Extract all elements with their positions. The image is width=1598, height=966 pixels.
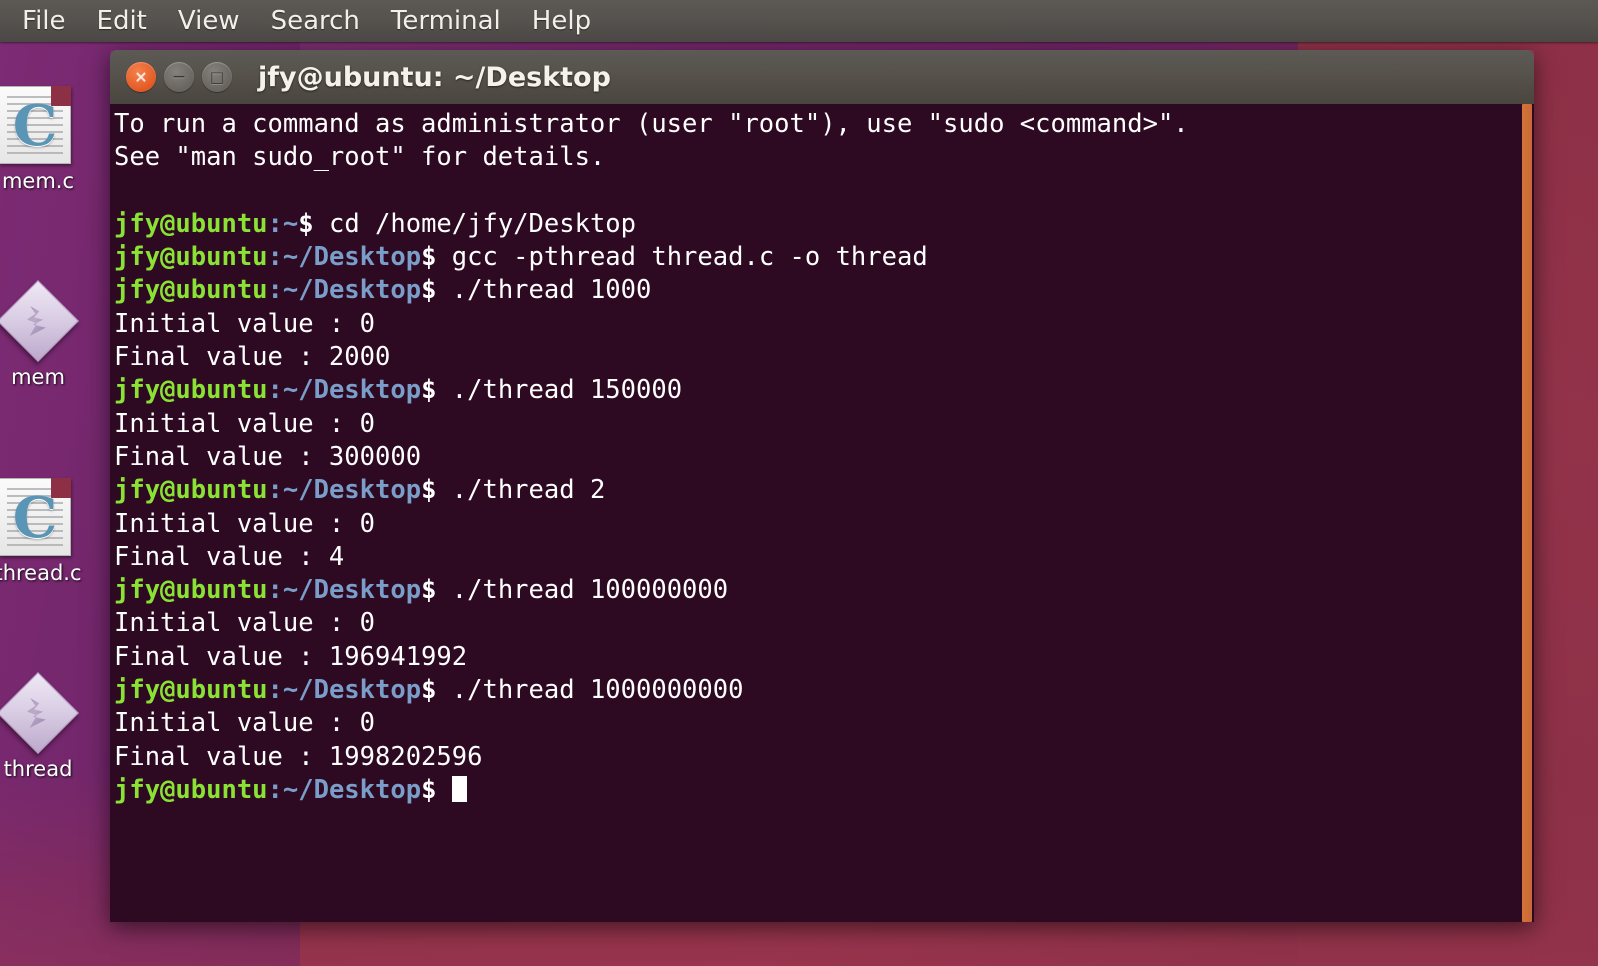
output-text: To run a command as administrator (user … <box>114 109 1189 139</box>
terminal-output-line: Initial value : 0 <box>114 508 1512 541</box>
prompt-symbol: $ <box>421 375 437 406</box>
prompt-command <box>436 775 451 805</box>
prompt-path: :~/Desktop <box>267 375 422 406</box>
output-text: Final value : 2000 <box>114 342 391 373</box>
terminal-prompt-line: jfy@ubuntu:~/Desktop$ ./thread 2 <box>114 474 1512 507</box>
prompt-command: ./thread 100000000 <box>436 575 729 606</box>
terminal-body[interactable]: To run a command as administrator (user … <box>110 104 1534 922</box>
maximize-button[interactable]: □ <box>202 62 232 92</box>
prompt-symbol: $ <box>421 275 437 306</box>
terminal-prompt-line: jfy@ubuntu:~/Desktop$ ./thread 100000000 <box>114 574 1512 607</box>
desktop-icon-mem[interactable]: mem <box>0 279 94 389</box>
desktop-icon-label: mem <box>11 365 65 389</box>
maximize-icon: □ <box>209 67 225 86</box>
desktop-icon-label: thread.c <box>0 561 82 585</box>
desktop-icon-thread[interactable]: thread <box>0 671 94 781</box>
terminal-output-line: See "man sudo_root" for details. <box>114 141 1512 174</box>
prompt-command: gcc -pthread thread.c -o thread <box>436 242 928 273</box>
terminal-prompt-line: jfy@ubuntu:~/Desktop$ ./thread 1000 <box>114 274 1512 307</box>
terminal-output-line: Initial value : 0 <box>114 408 1512 441</box>
terminal-prompt-line: jfy@ubuntu:~/Desktop$ ./thread 100000000… <box>114 674 1512 707</box>
c-file-icon: C <box>0 86 77 164</box>
terminal-window: × − □ jfy@ubuntu: ~/Desktop To run a com… <box>110 50 1534 922</box>
prompt-symbol: $ <box>298 208 314 239</box>
output-text: Initial value : 0 <box>114 708 375 739</box>
prompt-path: :~/Desktop <box>267 675 422 706</box>
output-text: Initial value : 0 <box>114 508 375 539</box>
prompt-path: :~ <box>267 208 299 239</box>
terminal-output-line: Final value : 4 <box>114 541 1512 574</box>
prompt-user: jfy@ubuntu <box>114 475 268 506</box>
prompt-user: jfy@ubuntu <box>114 208 268 239</box>
menu-search[interactable]: Search <box>271 8 360 34</box>
menu-edit[interactable]: Edit <box>97 8 147 34</box>
terminal-output-line: Initial value : 0 <box>114 308 1512 341</box>
terminal-output-line: Initial value : 0 <box>114 607 1512 640</box>
minimize-button[interactable]: − <box>164 62 194 92</box>
output-text: Final value : 4 <box>114 541 345 572</box>
prompt-path: :~/Desktop <box>267 475 422 506</box>
terminal-title-bar[interactable]: × − □ jfy@ubuntu: ~/Desktop <box>110 50 1534 104</box>
desktop-icon-label: thread <box>3 757 73 781</box>
prompt-command: ./thread 1000 <box>436 275 652 306</box>
desktop-icon-mem-c[interactable]: C mem.c <box>0 86 94 193</box>
prompt-symbol: $ <box>421 242 437 273</box>
c-file-icon: C <box>0 478 77 556</box>
output-text: Initial value : 0 <box>114 608 375 639</box>
output-text: Initial value : 0 <box>114 408 375 439</box>
terminal-output: To run a command as administrator (user … <box>114 108 1512 807</box>
prompt-symbol: $ <box>421 475 437 506</box>
terminal-scrollbar[interactable] <box>1520 104 1534 922</box>
prompt-user: jfy@ubuntu <box>114 275 268 306</box>
prompt-command: cd /home/jfy/Desktop <box>313 208 637 239</box>
close-button[interactable]: × <box>126 62 156 92</box>
close-icon: × <box>134 67 148 86</box>
prompt-symbol: $ <box>421 774 437 805</box>
menu-terminal[interactable]: Terminal <box>391 8 501 34</box>
terminal-prompt-line: jfy@ubuntu:~/Desktop$ ./thread 150000 <box>114 374 1512 407</box>
output-text: Initial value : 0 <box>114 308 375 339</box>
prompt-user: jfy@ubuntu <box>114 375 268 406</box>
terminal-prompt-line: jfy@ubuntu:~/Desktop$ gcc -pthread threa… <box>114 241 1512 274</box>
terminal-output-line: Final value : 1998202596 <box>114 741 1512 774</box>
terminal-output-line: Initial value : 0 <box>114 707 1512 740</box>
output-text: See "man sudo_root" for details. <box>114 142 606 173</box>
prompt-symbol: $ <box>421 575 437 606</box>
prompt-path: :~/Desktop <box>267 275 422 306</box>
prompt-user: jfy@ubuntu <box>114 675 268 706</box>
menu-file[interactable]: File <box>22 8 66 34</box>
menu-help[interactable]: Help <box>532 8 591 34</box>
prompt-command: ./thread 1000000000 <box>436 675 744 706</box>
output-text: Final value : 300000 <box>114 441 422 472</box>
terminal-prompt-line: jfy@ubuntu:~$ cd /home/jfy/Desktop <box>114 208 1512 241</box>
prompt-command: ./thread 150000 <box>436 375 683 406</box>
output-text: Final value : 196941992 <box>114 641 468 672</box>
prompt-path: :~/Desktop <box>267 774 422 805</box>
desktop-icon-label: mem.c <box>1 169 75 193</box>
terminal-output-line: Final value : 300000 <box>114 441 1512 474</box>
prompt-command: ./thread 2 <box>436 475 606 506</box>
window-title: jfy@ubuntu: ~/Desktop <box>258 61 611 93</box>
terminal-cursor <box>451 775 467 802</box>
prompt-path: :~/Desktop <box>267 242 422 273</box>
menu-view[interactable]: View <box>178 8 240 34</box>
desktop-icon-thread-c[interactable]: C thread.c <box>0 478 94 585</box>
prompt-path: :~/Desktop <box>267 575 422 606</box>
terminal-prompt-line: jfy@ubuntu:~/Desktop$ <box>114 774 1512 807</box>
global-menu-bar: File Edit View Search Terminal Help <box>0 0 1598 42</box>
prompt-user: jfy@ubuntu <box>114 575 268 606</box>
prompt-user: jfy@ubuntu <box>114 774 268 805</box>
executable-icon <box>0 671 80 755</box>
prompt-user: jfy@ubuntu <box>114 242 268 273</box>
scrollbar-thumb[interactable] <box>1522 104 1532 922</box>
terminal-output-line: Final value : 2000 <box>114 341 1512 374</box>
minimize-icon: − <box>171 66 187 87</box>
terminal-output-line: Final value : 196941992 <box>114 641 1512 674</box>
terminal-output-line: To run a command as administrator (user … <box>114 108 1512 141</box>
executable-icon <box>0 279 80 363</box>
output-text: Final value : 1998202596 <box>114 741 483 772</box>
prompt-symbol: $ <box>421 675 437 706</box>
